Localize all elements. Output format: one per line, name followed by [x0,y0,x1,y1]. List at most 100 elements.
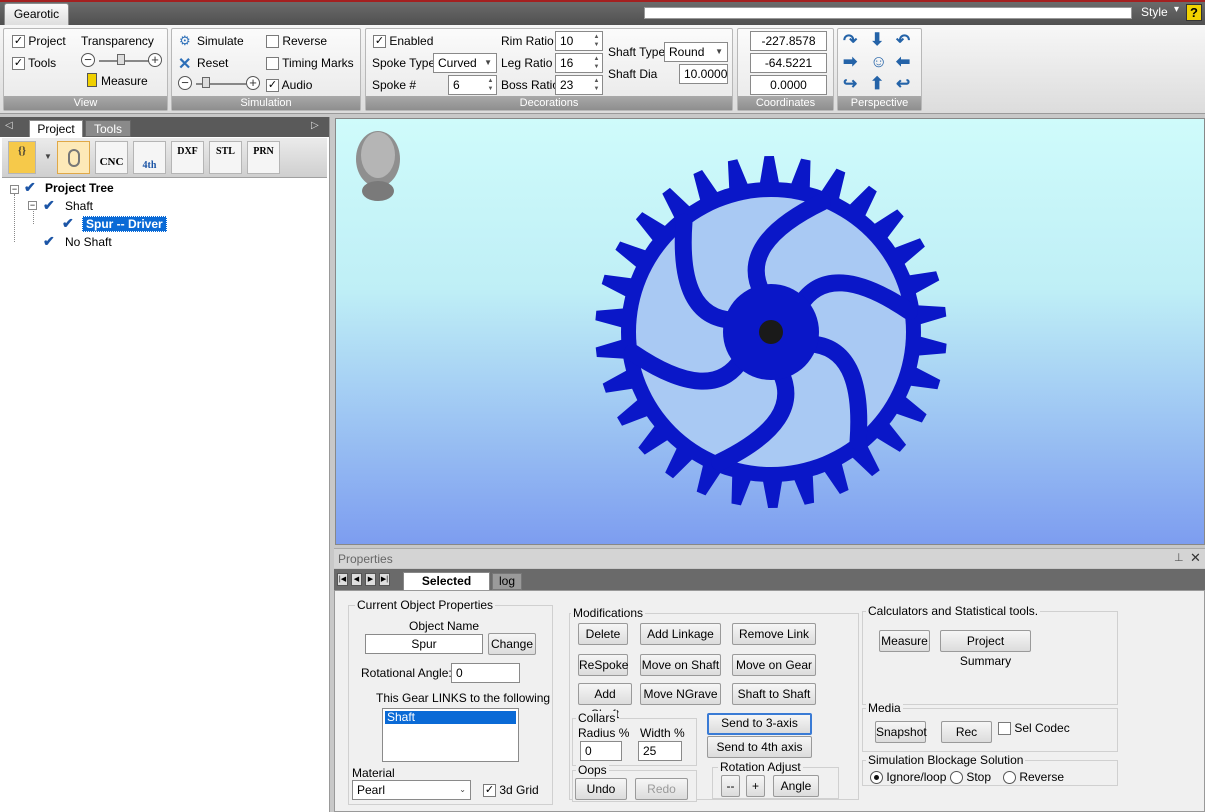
measure-tool-button[interactable]: Measure [879,630,930,652]
check-icon[interactable]: ✔ [43,233,55,250]
pin-icon[interactable]: ⊥ [1174,551,1184,564]
tree-item-spur-driver[interactable]: Spur -- Driver [82,216,167,232]
check-icon[interactable]: ✔ [43,197,55,214]
mouse-select-button[interactable] [57,141,90,174]
rotational-angle-input[interactable]: 0 [451,663,520,683]
dxf-button[interactable]: DXF [171,141,204,174]
audio-checkbox[interactable]: ✓ Audio [266,78,312,93]
help-button[interactable]: ? [1186,4,1202,21]
shaft-to-shaft-button[interactable]: Shaft to Shaft [732,683,816,705]
speed-slider-thumb[interactable] [202,77,210,88]
next-record-icon[interactable]: ▶ [365,573,376,586]
measure-button[interactable]: Measure [101,74,148,88]
radius-input[interactable]: 0 [580,741,622,761]
transparency-minus-button[interactable]: − [81,53,95,67]
rec-button[interactable]: Rec [941,721,992,743]
tab-tools[interactable]: Tools [85,120,131,137]
chevron-down-icon[interactable]: ▼ [44,152,52,161]
coord-y-field[interactable]: -64.5221 [750,53,827,73]
coord-z-field[interactable]: 0.0000 [750,75,827,95]
speed-plus-button[interactable]: + [246,76,260,90]
tree-root[interactable]: Project Tree [45,181,114,195]
angle-button[interactable]: Angle [773,775,819,797]
chevron-left-icon[interactable]: ◁ [5,120,13,131]
rotate-right-up-icon[interactable]: ↶ [896,32,910,50]
fourth-axis-button[interactable]: 4th [133,141,166,174]
spinner-icon[interactable]: ▲ ▼ [592,77,601,93]
stop-radio[interactable]: Stop [950,770,991,785]
chevron-down-icon[interactable]: ▾ [1174,4,1179,15]
leg-ratio-input[interactable]: 16 ▲ ▼ [555,53,603,73]
arrow-down-icon[interactable]: ⬇ [870,31,884,49]
reset-button[interactable]: Reset [197,56,228,70]
spoke-count-input[interactable]: 6 ▲ ▼ [448,75,497,95]
rim-ratio-input[interactable]: 10 ▲ ▼ [555,31,603,51]
3d-viewport[interactable] [335,118,1205,545]
reset-view-face-icon[interactable]: ☺ [870,53,887,71]
tab-project[interactable]: Project [29,120,83,137]
boss-ratio-input[interactable]: 23 ▲ ▼ [555,75,603,95]
shaft-type-select[interactable]: Round ▼ [664,42,728,62]
ignore-loop-radio[interactable]: Ignore/loop [870,770,946,785]
project-checkbox[interactable]: ✓ Project [12,34,66,49]
tools-checkbox[interactable]: ✓ Tools [12,56,56,71]
project-summary-button[interactable]: Project Summary [940,630,1031,668]
spinner-icon[interactable]: ▲ ▼ [592,33,601,49]
sel-codec-checkbox[interactable]: Sel Codec [998,721,1070,736]
prev-record-icon[interactable]: ◀ [351,573,362,586]
undo-button[interactable]: Undo [575,778,627,800]
speed-minus-button[interactable]: − [178,76,192,90]
head-orientation-icon[interactable] [356,131,400,201]
spinner-icon[interactable]: ▲ ▼ [486,77,495,93]
transparency-plus-button[interactable]: + [148,53,162,67]
reverse-radio[interactable]: Reverse [1003,770,1064,785]
chevron-right-icon[interactable]: ▷ [311,120,319,131]
links-list-item[interactable]: Shaft [385,711,516,724]
move-ngrave-button[interactable]: Move NGrave [640,683,721,705]
tree-item-shaft[interactable]: Shaft [65,199,93,213]
check-icon[interactable]: ✔ [62,215,74,232]
shaft-dia-input[interactable]: 10.0000 [679,64,728,84]
move-on-gear-button[interactable]: Move on Gear [732,654,816,676]
rotate-left-up-icon[interactable]: ↷ [843,32,857,50]
snapshot-button[interactable]: Snapshot [875,721,927,743]
arrow-left-icon[interactable]: ⬅ [896,53,910,71]
transparency-slider-thumb[interactable] [117,54,125,65]
collapse-icon[interactable]: − [28,201,37,210]
rotate-minus-button[interactable]: -- [721,775,740,797]
viewport-canvas[interactable] [336,119,1205,546]
remove-link-button[interactable]: Remove Link [732,623,816,645]
last-record-icon[interactable]: ▶| [379,573,390,586]
collapse-icon[interactable]: − [10,185,19,194]
enabled-checkbox[interactable]: ✓ Enabled [373,34,433,49]
add-linkage-button[interactable]: Add Linkage [640,623,721,645]
tab-selected-props[interactable]: Selected Props [403,572,490,605]
material-select[interactable]: Pearl ⌄ [352,780,471,800]
spur-gear[interactable] [595,156,947,508]
tab-log[interactable]: log [492,573,522,590]
style-menu[interactable]: Style [1141,5,1168,19]
add-shaft-button[interactable]: Add Shaft [578,683,632,721]
timing-marks-checkbox[interactable]: Timing Marks [266,56,354,71]
coord-x-field[interactable]: -227.8578 [750,31,827,51]
check-icon[interactable]: ✔ [24,179,36,196]
width-input[interactable]: 25 [638,741,682,761]
links-listbox[interactable]: Shaft [382,708,519,762]
rotate-right-down-icon[interactable]: ↩ [896,75,910,93]
spinner-icon[interactable]: ▲ ▼ [592,55,601,71]
close-icon[interactable]: ✕ [1190,550,1201,566]
object-name-input[interactable]: Spur [365,634,483,654]
move-on-shaft-button[interactable]: Move on Shaft [640,654,721,676]
send-to-4th-axis-button[interactable]: Send to 4th axis [707,736,812,758]
tree-item-no-shaft[interactable]: No Shaft [65,235,112,249]
spoke-type-select[interactable]: Curved ▼ [433,53,497,73]
arrow-right-icon[interactable]: ➡ [843,53,857,71]
app-tab-gearotic[interactable]: Gearotic [4,3,69,25]
reverse-checkbox[interactable]: Reverse [266,34,327,49]
first-record-icon[interactable]: |◀ [337,573,348,586]
cnc-button[interactable]: CNC [95,141,128,174]
3d-grid-checkbox[interactable]: ✓ 3d Grid [483,783,539,798]
stl-button[interactable]: STL [209,141,242,174]
change-button[interactable]: Change [488,633,536,655]
arrow-up-icon[interactable]: ⬆ [870,75,884,93]
